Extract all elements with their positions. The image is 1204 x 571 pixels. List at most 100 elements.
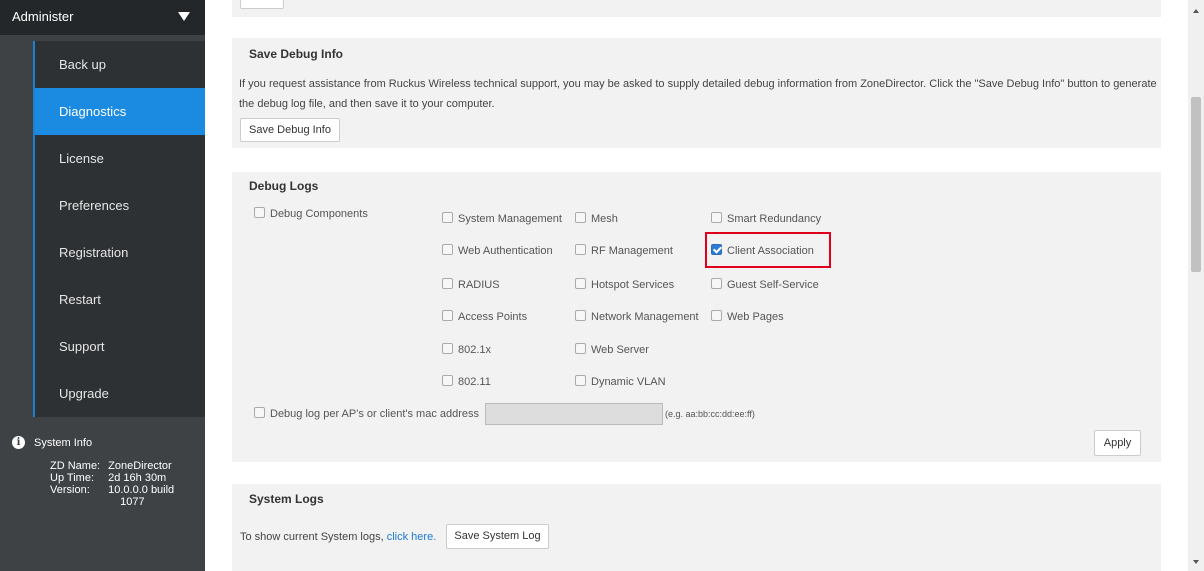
zd-name-value: ZoneDirector xyxy=(108,460,172,472)
checkbox-label: Access Points xyxy=(458,311,528,323)
checkbox-label: Mesh xyxy=(591,213,618,225)
checkbox-web-authentication[interactable]: Web Authentication xyxy=(442,244,553,257)
checkbox-web-server[interactable]: Web Server xyxy=(575,343,649,356)
main-content: Save Debug Info If you request assistanc… xyxy=(216,0,1188,571)
checkbox-box[interactable] xyxy=(442,212,453,223)
info-icon: i xyxy=(12,436,25,449)
checkbox-hotspot-services[interactable]: Hotspot Services xyxy=(575,278,674,291)
sidebar-item-label: Preferences xyxy=(59,198,130,213)
version-line1: 10.0.0.0 build xyxy=(108,484,175,496)
system-info-header: i System Info xyxy=(12,436,202,454)
system-logs-prefix: To show current System logs, xyxy=(240,531,384,543)
checkbox-label: Debug Components xyxy=(270,208,368,220)
sidebar-item-backup[interactable]: Back up xyxy=(33,41,205,88)
debug-logs-title: Debug Logs xyxy=(249,179,319,193)
system-logs-text: To show current System logs, click here. xyxy=(240,531,436,543)
debug-per-mac-checkbox[interactable]: Debug log per AP's or client's mac addre… xyxy=(254,407,479,420)
system-info-table: ZD Name: ZoneDirector Up Time: 2d 16h 30… xyxy=(50,460,180,508)
checkbox-mesh[interactable]: Mesh xyxy=(575,212,618,225)
sidebar-item-license[interactable]: License xyxy=(33,135,205,182)
checkbox-label: Dynamic VLAN xyxy=(591,376,666,388)
checkbox-box[interactable] xyxy=(711,310,722,321)
scroll-thumb[interactable] xyxy=(1191,97,1201,272)
checkbox-system-management[interactable]: System Management xyxy=(442,212,562,225)
checkbox-smart-redundancy[interactable]: Smart Redundancy xyxy=(711,212,821,225)
scrollbar[interactable] xyxy=(1188,0,1204,571)
sidebar-item-label: Registration xyxy=(59,245,129,260)
apply-button[interactable]: Apply xyxy=(1094,430,1141,456)
top-panel xyxy=(232,0,1161,17)
debug-logs-panel: Debug Logs Debug Components System Manag… xyxy=(232,172,1161,462)
checkbox-label: System Management xyxy=(458,213,562,225)
checkbox-access-points[interactable]: Access Points xyxy=(442,310,527,323)
click-here-link[interactable]: click here. xyxy=(387,531,437,543)
uptime-label: Up Time: xyxy=(50,472,95,484)
version-line2: 1077 xyxy=(120,496,145,508)
system-logs-panel: System Logs To show current System logs,… xyxy=(232,484,1161,571)
checkbox-box[interactable] xyxy=(254,207,265,218)
save-debug-info-panel: Save Debug Info If you request assistanc… xyxy=(232,38,1161,148)
checkbox-box[interactable] xyxy=(575,375,586,386)
version-value: 10.0.0.0 build 1077 xyxy=(106,484,180,508)
checkbox-label: 802.11 xyxy=(458,376,491,388)
sidebar-item-label: Diagnostics xyxy=(59,104,127,119)
checkbox-box[interactable] xyxy=(442,310,453,321)
checkbox-web-pages[interactable]: Web Pages xyxy=(711,310,784,323)
checkbox-box[interactable] xyxy=(442,343,453,354)
top-panel-button[interactable] xyxy=(240,0,284,9)
mac-address-hint: (e.g. aa:bb:cc:dd:ee:ff) xyxy=(665,409,755,419)
save-system-log-button[interactable]: Save System Log xyxy=(446,524,549,549)
sidebar-item-support[interactable]: Support xyxy=(33,323,205,370)
checkbox-rf-management[interactable]: RF Management xyxy=(575,244,673,257)
mac-address-input[interactable] xyxy=(485,403,663,425)
checkbox-dynamic-vlan[interactable]: Dynamic VLAN xyxy=(575,375,666,388)
checkbox-network-management[interactable]: Network Management xyxy=(575,310,699,323)
version-label: Version: xyxy=(50,484,90,496)
checkbox-guest-self-service[interactable]: Guest Self-Service xyxy=(711,278,819,291)
checkbox-802-1x[interactable]: 802.1x xyxy=(442,343,491,356)
sidebar-item-diagnostics[interactable]: Diagnostics xyxy=(33,88,205,135)
checkbox-label: Network Management xyxy=(591,311,699,323)
sidebar-item-restart[interactable]: Restart xyxy=(33,276,205,323)
debug-components-checkbox[interactable]: Debug Components xyxy=(254,207,368,220)
checkbox-box[interactable] xyxy=(442,375,453,386)
checkbox-box[interactable] xyxy=(575,278,586,289)
checkbox-box[interactable] xyxy=(711,212,722,223)
save-debug-info-button[interactable]: Save Debug Info xyxy=(240,118,340,142)
checkbox-802-11[interactable]: 802.11 xyxy=(442,375,491,388)
checkbox-box[interactable] xyxy=(575,310,586,321)
scroll-up-icon[interactable] xyxy=(1193,9,1199,13)
sidebar-menu: Back up Diagnostics License Preferences … xyxy=(33,41,205,417)
checkbox-box[interactable] xyxy=(575,212,586,223)
sidebar-item-label: Upgrade xyxy=(59,386,109,401)
system-info: i System Info ZD Name: ZoneDirector Up T… xyxy=(12,436,202,508)
checkbox-box[interactable] xyxy=(442,244,453,255)
uptime-value: 2d 16h 30m xyxy=(108,472,167,484)
sidebar-header-label: Administer xyxy=(12,9,74,24)
checkbox-label: 802.1x xyxy=(458,344,492,356)
checkbox-label: Guest Self-Service xyxy=(727,279,819,291)
save-debug-info-title: Save Debug Info xyxy=(249,47,344,61)
checkbox-box[interactable] xyxy=(442,278,453,289)
system-logs-title: System Logs xyxy=(249,492,324,506)
sidebar-item-upgrade[interactable]: Upgrade xyxy=(33,370,205,417)
save-debug-info-description: If you request assistance from Ruckus Wi… xyxy=(239,78,1157,110)
sidebar-item-label: Back up xyxy=(59,57,106,72)
sidebar-header-administer[interactable]: Administer xyxy=(0,0,205,35)
checkbox-box[interactable] xyxy=(711,278,722,289)
sidebar-item-preferences[interactable]: Preferences xyxy=(33,182,205,229)
checkbox-radius[interactable]: RADIUS xyxy=(442,278,500,291)
zd-name-label: ZD Name: xyxy=(50,460,101,472)
sidebar-item-registration[interactable]: Registration xyxy=(33,229,205,276)
checkbox-box[interactable] xyxy=(254,407,265,418)
sidebar-item-label: Restart xyxy=(59,292,101,307)
checkbox-box[interactable] xyxy=(575,343,586,354)
caret-down-icon[interactable] xyxy=(178,12,190,21)
checkbox-label: Hotspot Services xyxy=(591,279,675,291)
checkbox-box[interactable] xyxy=(575,244,586,255)
sidebar-item-label: License xyxy=(59,151,104,166)
checkbox-label: Smart Redundancy xyxy=(727,213,822,225)
checkbox-label: Web Authentication xyxy=(458,245,553,257)
checkbox-label: RADIUS xyxy=(458,279,500,291)
scroll-down-icon[interactable] xyxy=(1193,560,1199,564)
